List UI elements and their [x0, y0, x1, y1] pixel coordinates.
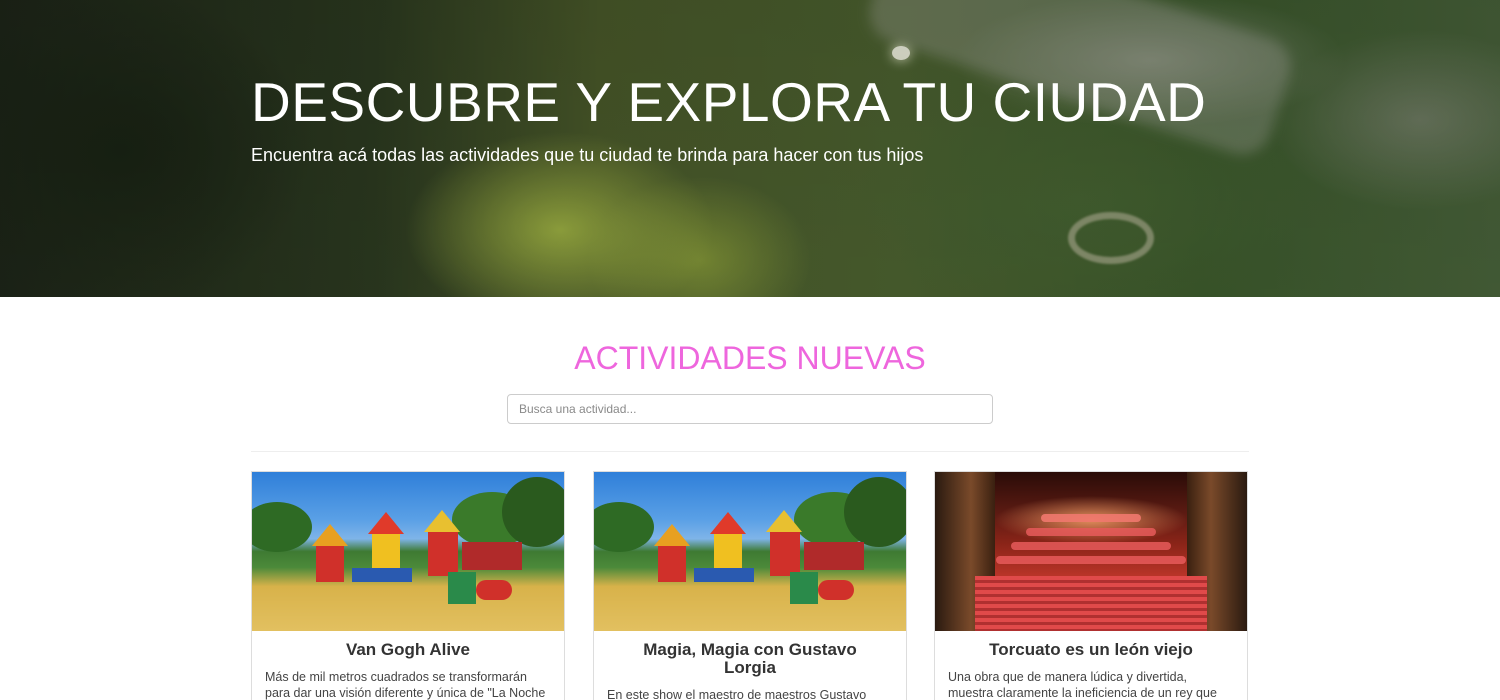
- activity-title[interactable]: Magia, Magia con Gustavo Lorgia: [594, 631, 906, 677]
- hero-title: DESCUBRE Y EXPLORA TU CIUDAD: [251, 71, 1207, 133]
- activity-image[interactable]: [594, 472, 906, 631]
- activity-title[interactable]: Van Gogh Alive: [252, 631, 564, 659]
- hero-subtitle: Encuentra acá todas las actividades que …: [251, 145, 924, 165]
- activity-card[interactable]: Van Gogh Alive Más de mil metros cuadrad…: [251, 471, 565, 700]
- activity-card[interactable]: Magia, Magia con Gustavo Lorgia En este …: [593, 471, 907, 700]
- activity-card[interactable]: Torcuato es un león viejo Una obra que d…: [934, 471, 1248, 700]
- section-title: ACTIVIDADES NUEVAS: [574, 340, 926, 376]
- activity-description: Más de mil metros cuadrados se transform…: [265, 670, 546, 700]
- activity-description: Una obra que de manera lúdica y divertid…: [948, 670, 1217, 700]
- search-input[interactable]: [507, 394, 993, 424]
- activity-description: En este show el maestro de maestros Gust…: [607, 688, 867, 700]
- hero-background-light: [892, 46, 910, 60]
- activity-image[interactable]: [252, 472, 564, 631]
- activity-title[interactable]: Torcuato es un león viejo: [935, 631, 1247, 659]
- hero-banner: DESCUBRE Y EXPLORA TU CIUDAD Encuentra a…: [0, 0, 1500, 297]
- section-divider: [251, 451, 1249, 452]
- activity-image[interactable]: [935, 472, 1247, 631]
- hero-background-ring: [1068, 212, 1154, 264]
